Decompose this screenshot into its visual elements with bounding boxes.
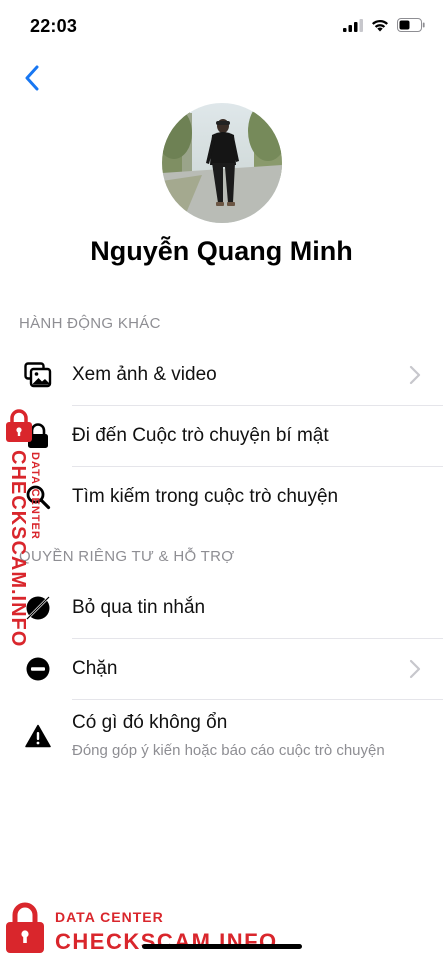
wifi-icon — [372, 19, 388, 32]
row-view-photos-videos[interactable]: Xem ảnh & video — [0, 345, 443, 405]
home-indicator — [142, 944, 302, 949]
signal-icon — [343, 18, 363, 32]
avatar-photo — [162, 103, 282, 223]
section-header-privacy-support: QUYỀN RIÊNG TƯ & HỖ TRỢ — [19, 548, 235, 565]
row-label: Có gì đó không ổn — [72, 712, 228, 733]
row-label: Bỏ qua tin nhắn — [72, 597, 206, 618]
watermark-line1: DATA CENTER — [55, 909, 164, 925]
row-something-wrong[interactable]: Có gì đó không ổn Đóng góp ý kiến hoặc b… — [0, 702, 443, 770]
row-label: Tìm kiếm trong cuộc trò chuyện — [72, 486, 339, 507]
chevron-right-icon — [409, 659, 421, 679]
watermark-lock-icon — [6, 409, 32, 442]
avatar[interactable] — [162, 103, 282, 223]
block-icon — [24, 655, 52, 683]
warning-icon — [24, 722, 52, 750]
row-search-conversation[interactable]: Tìm kiếm trong cuộc trò chuyện — [0, 467, 443, 527]
section-header-more-actions: HÀNH ĐỘNG KHÁC — [19, 315, 161, 332]
status-bar: 22:03 — [0, 0, 443, 54]
chevron-left-icon — [25, 65, 39, 91]
status-icons — [343, 18, 425, 32]
watermark-lock-icon — [6, 902, 44, 953]
battery-icon — [397, 18, 425, 32]
row-label: Đi đến Cuộc trò chuyện bí mật — [72, 425, 329, 446]
row-block[interactable]: Chặn — [0, 639, 443, 699]
photos-icon — [24, 361, 52, 389]
row-ignore-messages[interactable]: Bỏ qua tin nhắn — [0, 578, 443, 638]
status-time: 22:03 — [30, 16, 78, 36]
watermark-vertical-line2: CHECKSCAM.INFO — [7, 450, 29, 648]
back-button[interactable] — [18, 62, 46, 94]
row-label: Chặn — [72, 658, 118, 679]
chevron-right-icon — [409, 365, 421, 385]
watermark-vertical-line1: DATA CENTER — [29, 452, 41, 540]
row-sublabel: Đóng góp ý kiến hoặc báo cáo cuộc trò ch… — [72, 742, 385, 759]
watermark-bottom: DATA CENTER CHECKSCAM.INFO — [0, 895, 300, 960]
watermark-vertical: CHECKSCAM.INFO DATA CENTER — [2, 408, 46, 647]
watermark-line2: CHECKSCAM.INFO — [55, 929, 278, 954]
row-secret-conversation[interactable]: Đi đến Cuộc trò chuyện bí mật — [0, 406, 443, 466]
row-label: Xem ảnh & video — [72, 364, 217, 385]
divider — [72, 699, 443, 700]
profile-name: Nguyễn Quang Minh — [90, 236, 353, 266]
